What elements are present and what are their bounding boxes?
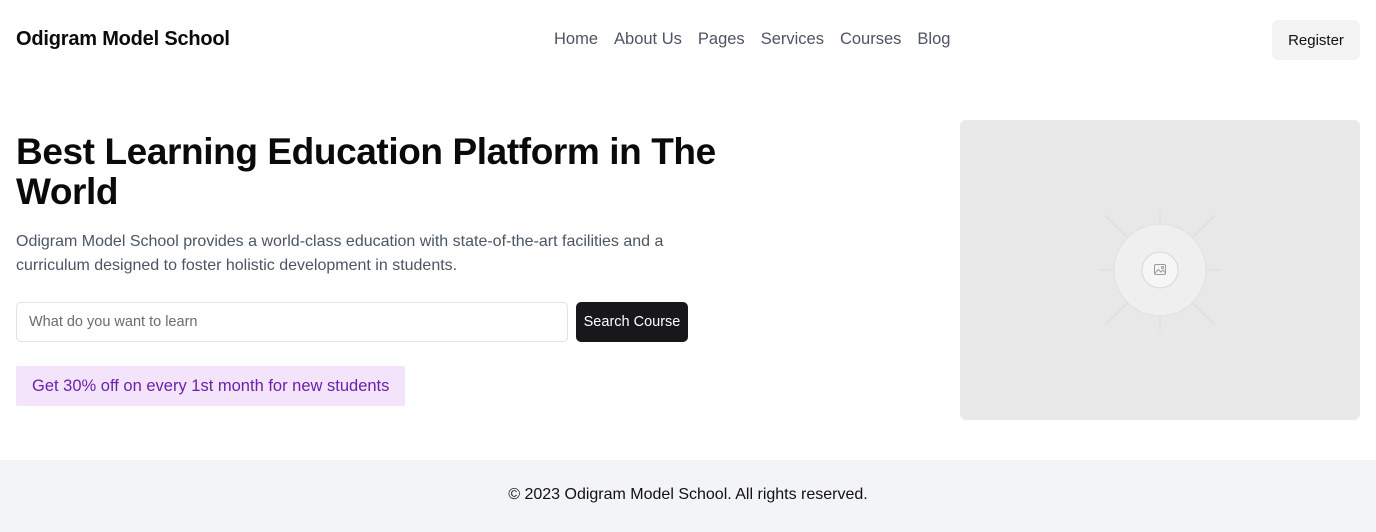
course-search-input[interactable] bbox=[16, 302, 568, 342]
main-nav: Home About Us Pages Services Courses Blo… bbox=[554, 30, 950, 49]
nav-link-services[interactable]: Services bbox=[761, 30, 824, 49]
nav-link-blog[interactable]: Blog bbox=[917, 30, 950, 49]
footer-copyright: © 2023 Odigram Model School. All rights … bbox=[508, 486, 868, 503]
hero-image-placeholder bbox=[960, 120, 1360, 420]
search-course-button[interactable]: Search Course bbox=[576, 302, 688, 342]
site-footer: © 2023 Odigram Model School. All rights … bbox=[0, 460, 1376, 532]
hero-title: Best Learning Education Platform in The … bbox=[16, 131, 716, 212]
nav-link-home[interactable]: Home bbox=[554, 30, 598, 49]
image-placeholder-icon bbox=[1100, 210, 1220, 330]
site-header: Odigram Model School Home About Us Pages… bbox=[0, 0, 1376, 80]
nav-link-courses[interactable]: Courses bbox=[840, 30, 901, 49]
register-button[interactable]: Register bbox=[1272, 20, 1360, 60]
nav-link-about-us[interactable]: About Us bbox=[614, 30, 682, 49]
brand-logo-text[interactable]: Odigram Model School bbox=[16, 28, 230, 51]
nav-link-pages[interactable]: Pages bbox=[698, 30, 745, 49]
promo-banner: Get 30% off on every 1st month for new s… bbox=[16, 366, 406, 406]
hero-description: Odigram Model School provides a world-cl… bbox=[16, 233, 664, 274]
